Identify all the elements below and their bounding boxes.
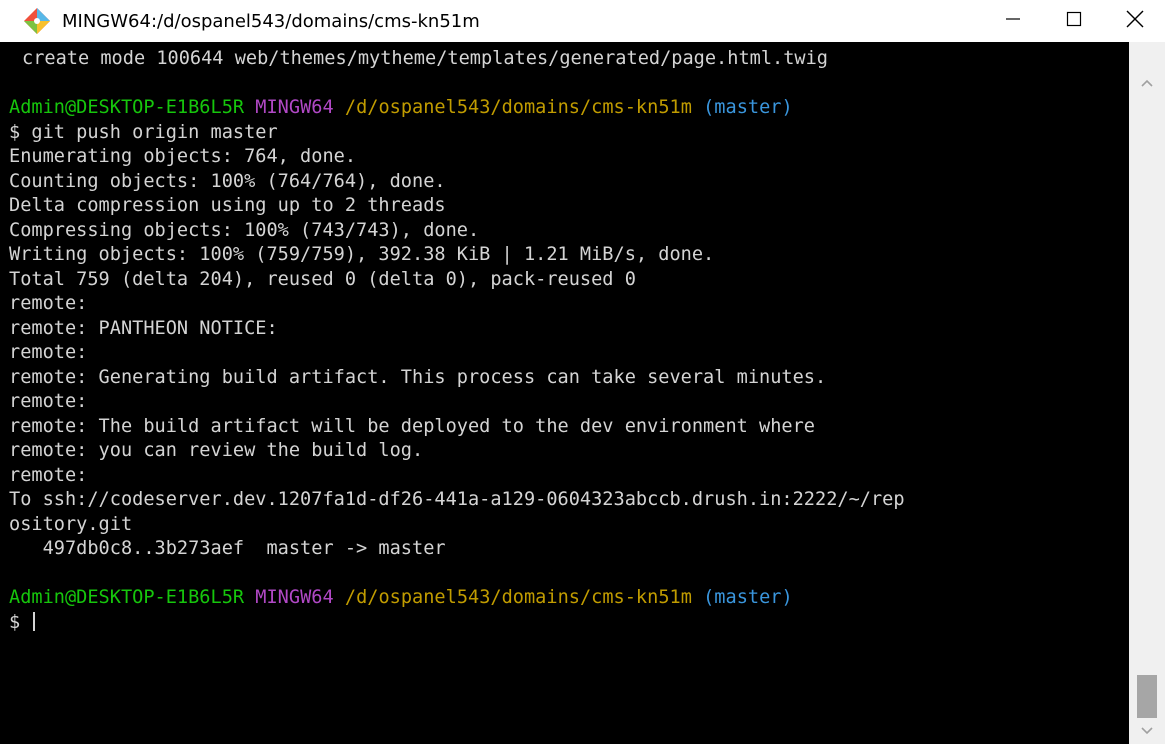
terminal-window: MINGW64:/d/ospanel543/domains/cms-kn51m … xyxy=(0,0,1165,744)
terminal-line: Delta compression using up to 2 threads xyxy=(9,195,446,216)
minimize-button[interactable] xyxy=(982,0,1043,42)
maximize-button[interactable] xyxy=(1043,0,1104,42)
git-bash-icon xyxy=(22,6,52,36)
terminal-line: Enumerating objects: 764, done. xyxy=(9,146,357,167)
window-title: MINGW64:/d/ospanel543/domains/cms-kn51m xyxy=(62,10,480,32)
terminal-line: Compressing objects: 100% (743/743), don… xyxy=(9,219,480,241)
prompt-host: MINGW64 xyxy=(255,97,334,118)
minimize-icon xyxy=(1005,11,1021,31)
terminal-line: To ssh://codeserver.dev.1207fa1d-df26-44… xyxy=(9,489,905,510)
scroll-up-button[interactable] xyxy=(1129,66,1165,96)
scrollbar-thumb[interactable] xyxy=(1137,675,1157,718)
terminal-line: remote: xyxy=(9,342,88,363)
terminal-line: remote: PANTHEON NOTICE: xyxy=(9,317,278,339)
prompt-host: MINGW64 xyxy=(255,587,334,608)
terminal-line: remote: The build artifact will be deplo… xyxy=(9,415,815,437)
prompt-user: Admin@DESKTOP-E1B6L5R xyxy=(9,97,245,118)
terminal-line: remote: Generating build artifact. This … xyxy=(9,366,827,388)
terminal-line: remote: you can review the build log. xyxy=(9,440,424,461)
terminal-line: remote: xyxy=(9,464,88,486)
input-prompt: $ xyxy=(9,611,32,633)
command-line: $ git push origin master xyxy=(9,121,278,143)
input-line[interactable]: $ xyxy=(9,611,1129,636)
close-icon xyxy=(1126,10,1144,32)
maximize-icon xyxy=(1066,11,1082,31)
prompt-line: Admin@DESKTOP-E1B6L5R MINGW64 /d/ospanel… xyxy=(9,96,1129,121)
terminal-line: 497db0c8..3b273aef master -> master xyxy=(9,538,446,559)
vertical-scrollbar[interactable] xyxy=(1129,42,1165,744)
prompt-line: Admin@DESKTOP-E1B6L5R MINGW64 /d/ospanel… xyxy=(9,586,1129,611)
scroll-down-button[interactable] xyxy=(1129,714,1165,744)
terminal-line: Counting objects: 100% (764/764), done. xyxy=(9,170,446,192)
close-button[interactable] xyxy=(1104,0,1165,42)
terminal-line: remote: xyxy=(9,391,88,412)
title-bar[interactable]: MINGW64:/d/ospanel543/domains/cms-kn51m xyxy=(0,0,1165,42)
terminal-line: remote: xyxy=(9,293,88,314)
chevron-up-icon xyxy=(1141,72,1153,91)
prompt-path: /d/ospanel543/domains/cms-kn51m xyxy=(344,97,692,118)
terminal-line: Writing objects: 100% (759/759), 392.38 … xyxy=(9,244,715,265)
window-controls xyxy=(982,0,1165,42)
prompt-user: Admin@DESKTOP-E1B6L5R xyxy=(9,587,245,608)
terminal-line: Total 759 (delta 204), reused 0 (delta 0… xyxy=(9,268,636,290)
text-cursor xyxy=(33,611,36,631)
terminal-output[interactable]: create mode 100644 web/themes/mytheme/te… xyxy=(0,42,1129,744)
terminal-line: ository.git xyxy=(9,513,133,535)
chevron-down-icon xyxy=(1141,720,1153,739)
prompt-branch: (master) xyxy=(703,587,793,608)
prompt-branch: (master) xyxy=(703,97,793,118)
terminal-line: create mode 100644 web/themes/mytheme/te… xyxy=(22,48,828,69)
prompt-path: /d/ospanel543/domains/cms-kn51m xyxy=(344,587,692,608)
